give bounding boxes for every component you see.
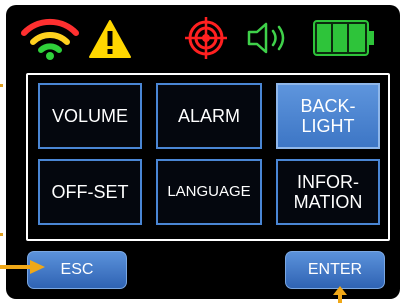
status-bar — [6, 5, 400, 65]
device-frame: VOLUME ALARM BACK- LIGHT OFF-SET LANGUAG… — [0, 0, 407, 303]
backlight-button[interactable]: BACK- LIGHT — [276, 83, 380, 149]
edge-marker — [0, 84, 3, 87]
esc-pointer-arrow-icon — [0, 260, 45, 274]
language-button-label: LANGUAGE — [167, 183, 251, 200]
volume-button[interactable]: VOLUME — [38, 83, 142, 149]
esc-button-label: ESC — [60, 261, 94, 278]
offset-button-label: OFF-SET — [51, 182, 129, 202]
target-icon — [185, 17, 227, 59]
language-button[interactable]: LANGUAGE — [156, 159, 262, 225]
information-button-label: INFOR- MATION — [293, 172, 363, 212]
offset-button[interactable]: OFF-SET — [38, 159, 142, 225]
backlight-button-label: BACK- LIGHT — [300, 96, 356, 136]
information-button[interactable]: INFOR- MATION — [276, 159, 380, 225]
device-screen: VOLUME ALARM BACK- LIGHT OFF-SET LANGUAG… — [6, 5, 400, 299]
enter-button-label: ENTER — [307, 261, 363, 278]
volume-button-label: VOLUME — [51, 106, 129, 126]
warning-icon — [89, 20, 131, 58]
menu-grid: VOLUME ALARM BACK- LIGHT OFF-SET LANGUAG… — [26, 73, 390, 241]
enter-button[interactable]: ENTER — [285, 251, 385, 289]
wifi-signal-icon — [21, 18, 79, 60]
alarm-button[interactable]: ALARM — [156, 83, 262, 149]
edge-marker — [0, 233, 3, 236]
alarm-button-label: ALARM — [177, 106, 240, 126]
battery-full-icon — [313, 20, 374, 56]
speaker-volume-icon — [247, 22, 285, 54]
enter-pointer-arrow-icon — [333, 286, 347, 303]
